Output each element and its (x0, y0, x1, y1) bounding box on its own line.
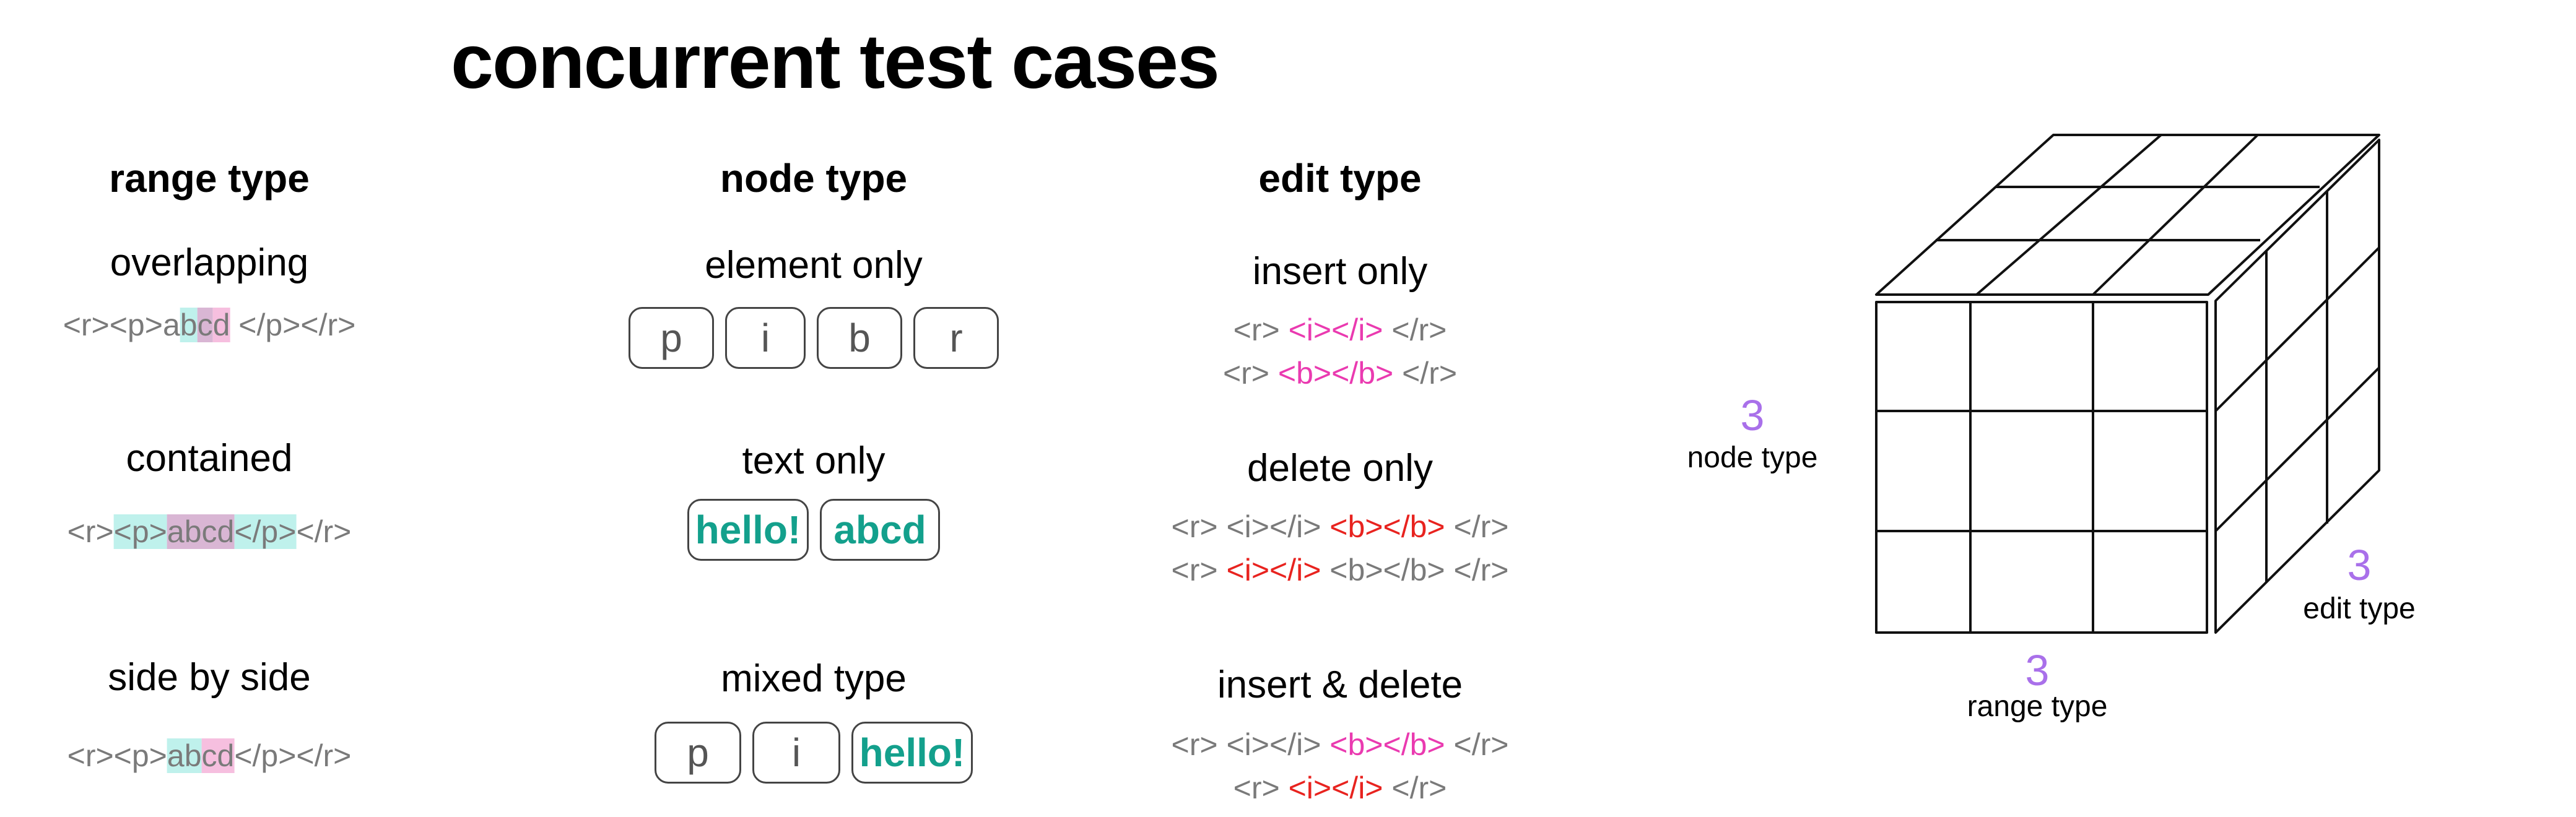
edit-type-count: 3 (2347, 541, 2372, 589)
node-type-count: 3 (1740, 391, 1765, 439)
range-type-count: 3 (2025, 646, 2050, 694)
test-space-cube (1875, 134, 2380, 634)
node-type-axis-label: node type (1687, 441, 1818, 474)
cube-front-face (1875, 301, 2208, 634)
edit-type-axis-label: edit type (2303, 592, 2416, 625)
range-type-axis-label: range type (1967, 690, 2108, 723)
